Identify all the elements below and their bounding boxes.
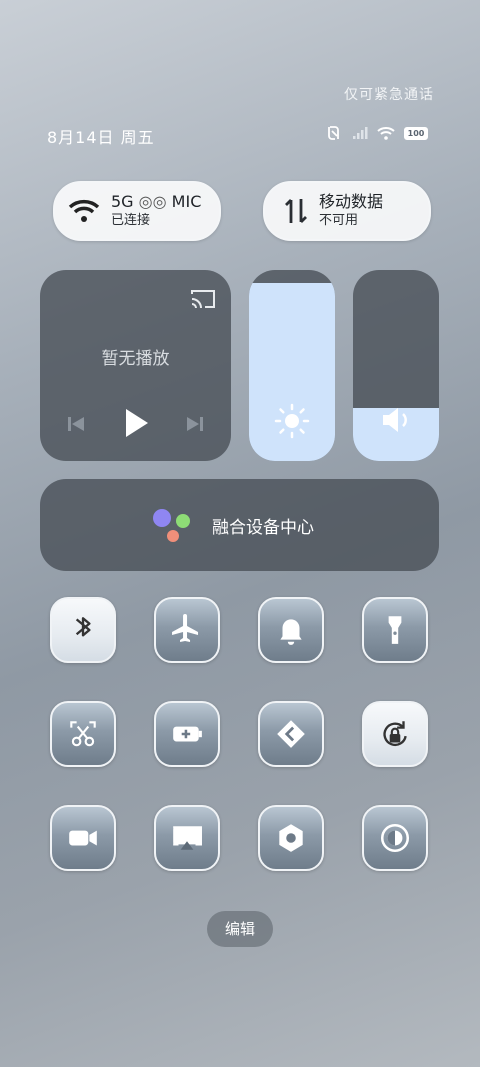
bluetooth-icon	[75, 617, 91, 637]
emergency-call-only-text: 仅可紧急通话	[344, 87, 434, 103]
wifi-status: 已连接	[111, 213, 151, 228]
fusion-center-label: 融合设备中心	[212, 518, 314, 538]
dark-mode-icon	[380, 823, 410, 853]
data-arrows-icon	[285, 199, 307, 223]
quick-tile-screenshot[interactable]	[50, 701, 116, 767]
battery-icon: 100	[404, 126, 428, 140]
flashlight-icon	[388, 616, 402, 644]
quick-tile-airplane[interactable]	[154, 597, 220, 663]
wifi-icon	[377, 127, 395, 140]
media-card[interactable]: 暂无播放	[40, 270, 231, 461]
quick-tile-dark-mode[interactable]	[362, 805, 428, 871]
previous-icon[interactable]	[66, 414, 86, 434]
play-icon[interactable]	[122, 407, 150, 439]
status-icons: 100	[326, 124, 428, 142]
nfc-icon	[328, 126, 339, 140]
mobile-data-tile[interactable]: 移动数据 不可用	[263, 181, 431, 241]
brightness-slider[interactable]	[249, 270, 335, 461]
wifi-tile[interactable]: 5G ◎◎ MIC 已连接	[53, 181, 221, 241]
fusion-device-center[interactable]: 融合设备中心	[40, 479, 439, 571]
quick-tile-screen-record[interactable]	[50, 805, 116, 871]
screen-cast-icon	[173, 826, 202, 850]
quick-tile-screen-cast[interactable]	[154, 805, 220, 871]
screen-record-icon	[69, 830, 97, 846]
quick-tile-settings-nut[interactable]	[258, 805, 324, 871]
brightness-icon	[274, 403, 310, 439]
screenshot-icon	[70, 721, 96, 747]
bell-icon	[280, 619, 302, 645]
settings-nut-icon	[279, 824, 303, 852]
airplane-icon	[172, 613, 199, 642]
quick-tile-flashlight[interactable]	[362, 597, 428, 663]
quick-tile-rotation-lock[interactable]	[362, 701, 428, 767]
cast-icon[interactable]	[190, 288, 216, 310]
battery-saver-icon	[173, 726, 202, 742]
nearby-share-icon	[277, 720, 305, 748]
speaker-icon	[383, 408, 407, 432]
quick-tile-bell[interactable]	[258, 597, 324, 663]
wifi-icon	[68, 199, 100, 222]
signal-icon	[353, 127, 368, 139]
volume-slider[interactable]	[353, 270, 439, 461]
date-text: 8月14日 周五	[47, 128, 155, 147]
quick-tile-bluetooth[interactable]	[50, 597, 116, 663]
wifi-network-name: 5G ◎◎ MIC	[111, 192, 202, 211]
mobile-data-status: 不可用	[319, 213, 359, 228]
quick-tile-nearby-share[interactable]	[258, 701, 324, 767]
rotation-lock-icon	[383, 721, 407, 747]
fusion-center-icon	[153, 509, 190, 542]
edit-button[interactable]: 编辑	[207, 911, 273, 947]
quick-tile-battery-saver[interactable]	[154, 701, 220, 767]
media-status: 暂无播放	[101, 349, 170, 369]
mobile-data-title: 移动数据	[319, 192, 384, 211]
next-icon[interactable]	[185, 414, 205, 434]
